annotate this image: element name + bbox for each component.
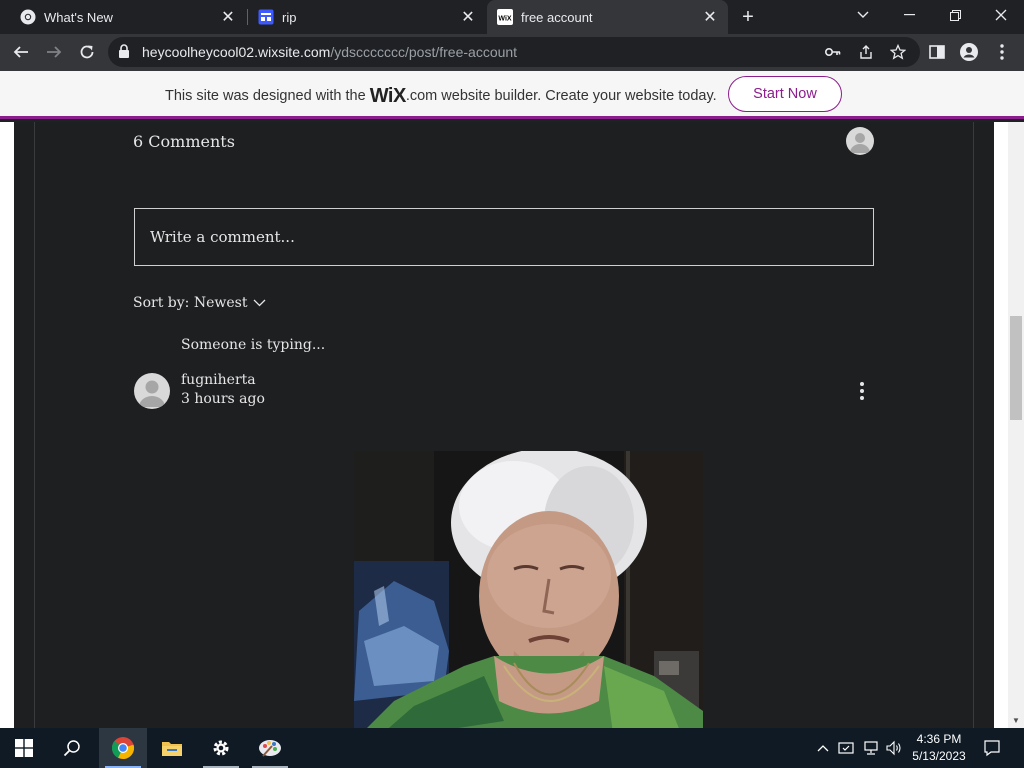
- windows-start-icon[interactable]: [0, 728, 48, 768]
- lock-icon[interactable]: [118, 44, 130, 64]
- close-window-button[interactable]: [978, 0, 1024, 30]
- reload-button[interactable]: [73, 38, 101, 66]
- windows-taskbar: 4:36 PM 5/13/2023: [0, 728, 1024, 768]
- minimize-button[interactable]: [886, 0, 932, 30]
- start-now-button[interactable]: Start Now: [728, 76, 842, 112]
- comment-more-icon[interactable]: [852, 380, 872, 402]
- browser-toolbar: heycoolheycool02.wixsite.com/ydsccccccc/…: [0, 34, 1024, 71]
- forward-button[interactable]: [40, 38, 68, 66]
- avatar[interactable]: [134, 373, 170, 409]
- svg-text:WiX: WiX: [498, 16, 511, 23]
- tab-title: What's New: [44, 9, 113, 25]
- write-comment-input[interactable]: Write a comment...: [134, 208, 874, 266]
- close-tab-icon[interactable]: ✕: [700, 7, 720, 27]
- restore-button[interactable]: [932, 0, 978, 30]
- comment-image[interactable]: [354, 451, 703, 728]
- paint-icon[interactable]: [246, 728, 294, 768]
- clock-date: 5/13/2023: [912, 749, 966, 763]
- wix-logo: WiX: [369, 85, 407, 107]
- address-bar[interactable]: heycoolheycool02.wixsite.com/ydsccccccc/…: [108, 37, 920, 67]
- current-user-avatar[interactable]: [846, 127, 874, 155]
- profile-icon[interactable]: [955, 38, 983, 66]
- network-icon[interactable]: [860, 728, 882, 768]
- wix-banner-message: This site was designed with the WiX.com …: [165, 85, 717, 107]
- taskbar-clock[interactable]: 4:36 PM 5/13/2023: [906, 731, 972, 765]
- search-icon[interactable]: [48, 728, 96, 768]
- comment-timestamp: 3 hours ago: [181, 391, 265, 407]
- scroll-down-arrow-icon[interactable]: ▼: [1012, 716, 1020, 725]
- tab-strip: What's New ✕ rip ✕ WiX free account ✕ +: [0, 0, 1024, 34]
- sort-label: Sort by: Newest: [133, 295, 248, 311]
- close-tab-icon[interactable]: ✕: [458, 7, 478, 27]
- wix-banner: This site was designed with the WiX.com …: [0, 71, 1024, 119]
- notifications-icon[interactable]: [978, 728, 1006, 768]
- close-tab-icon[interactable]: ✕: [218, 7, 238, 27]
- comments-count: 6 Comments: [133, 132, 235, 151]
- chevron-down-icon: [253, 295, 266, 311]
- wix-icon: WiX: [497, 9, 513, 25]
- page-scrollbar[interactable]: ▼: [1008, 122, 1024, 728]
- url-text: heycoolheycool02.wixsite.com/ydsccccccc/…: [142, 44, 518, 60]
- tab-whats-new[interactable]: What's New ✕: [0, 0, 246, 34]
- file-explorer-icon[interactable]: [148, 728, 196, 768]
- back-button[interactable]: [7, 38, 35, 66]
- typing-indicator: Someone is typing...: [181, 337, 326, 353]
- volume-icon[interactable]: [884, 728, 904, 768]
- share-icon[interactable]: [857, 43, 875, 61]
- tab-title: rip: [282, 9, 297, 25]
- tab-search-chevron-icon[interactable]: [840, 0, 886, 30]
- new-tab-button[interactable]: +: [737, 6, 759, 28]
- key-icon[interactable]: [824, 43, 842, 61]
- write-comment-placeholder: Write a comment...: [150, 228, 295, 246]
- clock-time: 4:36 PM: [916, 732, 962, 746]
- scrollbar-thumb[interactable]: [1010, 316, 1022, 420]
- more-menu-icon[interactable]: [988, 38, 1016, 66]
- settings-icon[interactable]: [197, 728, 245, 768]
- side-panel-icon[interactable]: [923, 38, 951, 66]
- chrome-icon[interactable]: [99, 728, 147, 768]
- chrome-icon: [20, 9, 36, 25]
- wix-site-icon: [258, 9, 274, 25]
- tab-rip[interactable]: rip ✕: [238, 0, 486, 34]
- tab-free-account[interactable]: WiX free account ✕: [487, 0, 728, 34]
- bookmark-star-icon[interactable]: [889, 43, 907, 61]
- comment-author[interactable]: fugniherta: [181, 372, 256, 388]
- tab-title: free account: [521, 9, 593, 25]
- sort-dropdown[interactable]: Sort by: Newest: [133, 295, 266, 311]
- show-hidden-icons-chevron-icon[interactable]: [814, 728, 832, 768]
- page-content: 6 Comments Write a comment... Sort by: N…: [0, 122, 1008, 728]
- security-tray-icon[interactable]: [836, 728, 856, 768]
